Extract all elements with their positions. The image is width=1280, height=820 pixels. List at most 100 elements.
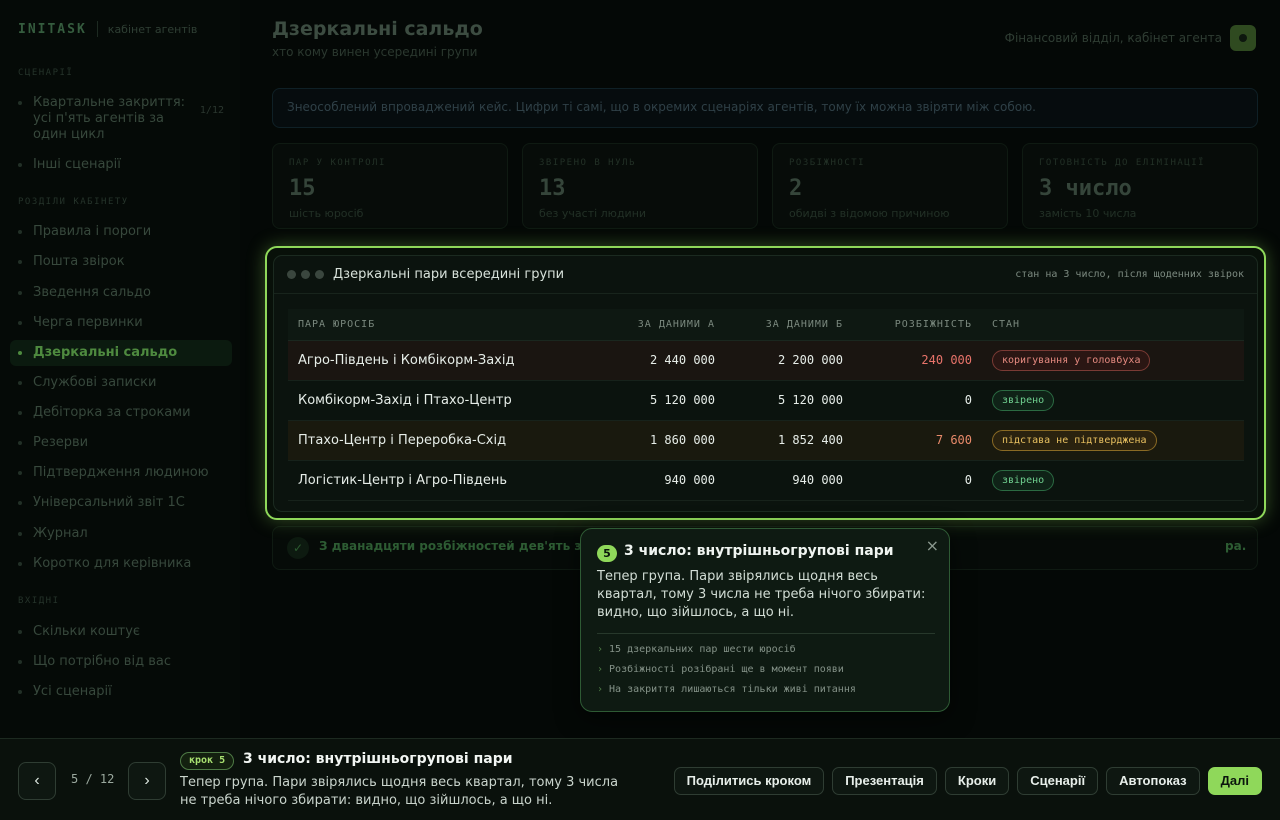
bullet-icon bbox=[18, 660, 22, 664]
sidebar-item-cost[interactable]: Скільки коштує bbox=[10, 619, 232, 645]
table-row[interactable]: Птахо-Центр і Переробка-Схід 1 860 000 1… bbox=[288, 420, 1244, 461]
bullet-icon bbox=[18, 562, 22, 566]
sidebar-item-quarterly-close[interactable]: Квартальне закриття: усі п'ять агентів з… bbox=[10, 90, 232, 148]
sidebar-item-label: Службові записки bbox=[33, 375, 157, 390]
bullet-icon bbox=[18, 351, 22, 355]
card-status: стан на 3 число, після щоденних звірок bbox=[1015, 269, 1244, 280]
stat-card-pairs: ПАР У КОНТРОЛІ 15 шість юросіб bbox=[272, 143, 508, 229]
prev-step-button[interactable]: ‹ bbox=[18, 762, 56, 800]
cell-pair: Агро-Південь і Комбікорм-Захід bbox=[288, 340, 578, 381]
check-icon: ✓ bbox=[287, 537, 309, 559]
next-step-arrow-button[interactable]: › bbox=[128, 762, 166, 800]
cell-a: 5 120 000 bbox=[578, 380, 715, 421]
bullet-icon bbox=[18, 321, 22, 325]
stat-value: 3 число bbox=[1039, 176, 1132, 201]
close-icon[interactable]: × bbox=[926, 536, 939, 555]
brand-subtitle: кабінет агентів bbox=[107, 22, 198, 36]
sidebar-section-cabinet: РОЗДІЛИ КАБІНЕТУ bbox=[18, 197, 129, 207]
sidebar-item-label: Що потрібно від вас bbox=[33, 654, 171, 669]
sidebar-item-executive-summary[interactable]: Коротко для керівника bbox=[10, 551, 232, 577]
window-dots-icon bbox=[287, 270, 329, 279]
step-counter: 5 / 12 bbox=[71, 772, 115, 786]
sidebar-item-balance-summary[interactable]: Зведення сальдо bbox=[10, 280, 232, 306]
bullet-icon bbox=[18, 501, 22, 505]
sidebar-item-label: Інші сценарії bbox=[33, 157, 121, 172]
sidebar: INITASK кабінет агентів СЦЕНАРІЇ Квартал… bbox=[0, 0, 240, 738]
sidebar-item-mirror-balances[interactable]: Дзеркальні сальдо bbox=[10, 340, 232, 366]
bullet-icon bbox=[18, 411, 22, 415]
sidebar-item-label: Коротко для керівника bbox=[33, 556, 192, 571]
cell-pair: Птахо-Центр і Переробка-Схід bbox=[288, 420, 578, 461]
sidebar-item-all-scenarios[interactable]: Усі сценарії bbox=[10, 679, 232, 705]
column-header-diff: РОЗБІЖНІСТЬ bbox=[843, 309, 972, 341]
sidebar-item-journal[interactable]: Журнал bbox=[10, 521, 232, 547]
table-row[interactable]: Агро-Південь і Комбікорм-Захід 2 440 000… bbox=[288, 340, 1244, 381]
bullet-icon bbox=[18, 101, 22, 105]
header-user: Фінансовий відділ, кабінет агента bbox=[1005, 25, 1256, 51]
sidebar-item-label: Універсальний звіт 1С bbox=[33, 495, 185, 510]
table-row[interactable]: Комбікорм-Захід і Птахо-Центр 5 120 000 … bbox=[288, 380, 1244, 421]
list-item: › Розбіжності розібрані ще в момент появи bbox=[597, 664, 937, 684]
share-step-button[interactable]: Поділитись кроком bbox=[673, 767, 825, 795]
bullet-icon bbox=[18, 163, 22, 167]
sidebar-item-label: Дебіторка за строками bbox=[33, 405, 191, 420]
table-row[interactable]: Логістик-Центр і Агро-Південь 940 000 94… bbox=[288, 460, 1244, 501]
bullet-text: Розбіжності розібрані ще в момент появи bbox=[609, 664, 844, 675]
scenarios-button[interactable]: Сценарії bbox=[1017, 767, 1099, 795]
mirror-pairs-table: ПАРА ЮРОСІБ ЗА ДАНИМИ А ЗА ДАНИМИ Б РОЗБ… bbox=[288, 309, 1244, 501]
cell-b: 5 120 000 bbox=[715, 380, 843, 421]
bullet-icon bbox=[18, 690, 22, 694]
stat-label: ПАР У КОНТРОЛІ bbox=[289, 158, 386, 168]
brand: INITASK кабінет агентів bbox=[18, 21, 197, 37]
stat-value: 13 bbox=[539, 176, 566, 201]
sidebar-item-other-scenarios[interactable]: Інші сценарії bbox=[10, 152, 232, 178]
cell-b: 940 000 bbox=[715, 460, 843, 501]
autoplay-button[interactable]: Автопоказ bbox=[1106, 767, 1200, 795]
sidebar-item-label: Резерви bbox=[33, 435, 89, 450]
stat-desc: замість 10 числа bbox=[1039, 207, 1137, 220]
sidebar-item-label: Дзеркальні сальдо bbox=[33, 345, 178, 360]
sidebar-section-scenarios: СЦЕНАРІЇ bbox=[18, 68, 74, 78]
sidebar-item-receivables[interactable]: Дебіторка за строками bbox=[10, 400, 232, 426]
popover-title: 3 число: внутрішньогрупові пари bbox=[624, 543, 894, 559]
stat-value: 2 bbox=[789, 176, 803, 201]
sidebar-item-label: Зведення сальдо bbox=[33, 285, 151, 300]
sidebar-item-mail[interactable]: Пошта звірок bbox=[10, 249, 232, 275]
cell-pair: Комбікорм-Захід і Птахо-Центр bbox=[288, 380, 578, 421]
scenario-count: 1/12 bbox=[199, 105, 224, 116]
list-item: › 15 дзеркальних пар шести юросіб bbox=[597, 644, 937, 664]
brand-divider bbox=[96, 21, 98, 37]
cell-state: звірено bbox=[972, 460, 1244, 501]
tour-bar: ‹ 5 / 12 › крок 5 3 число: внутрішньогру… bbox=[0, 738, 1280, 820]
status-badge: звірено bbox=[992, 389, 1055, 411]
sidebar-item-rules[interactable]: Правила і пороги bbox=[10, 219, 232, 245]
page-title: Дзеркальні сальдо bbox=[272, 18, 483, 40]
bullet-icon bbox=[18, 230, 22, 234]
card-header: Дзеркальні пари всередині групи стан на … bbox=[274, 256, 1257, 294]
cell-diff: 7 600 bbox=[843, 420, 972, 461]
step-number-badge: 5 bbox=[597, 545, 617, 562]
column-header-pair: ПАРА ЮРОСІБ bbox=[288, 309, 578, 341]
sidebar-item-what-needed[interactable]: Що потрібно від вас bbox=[10, 649, 232, 675]
agent-status-icon[interactable] bbox=[1230, 25, 1256, 51]
sidebar-item-primary-queue[interactable]: Черга первинки bbox=[10, 310, 232, 336]
steps-button[interactable]: Кроки bbox=[944, 767, 1010, 795]
next-button[interactable]: Далі bbox=[1207, 767, 1262, 795]
cell-pair: Логістик-Центр і Агро-Південь bbox=[288, 460, 578, 501]
cell-state: звірено bbox=[972, 380, 1244, 421]
chevron-right-icon: › bbox=[597, 664, 604, 675]
cell-state: підстава не підтверджена bbox=[972, 420, 1244, 461]
sidebar-item-1c-report[interactable]: Універсальний звіт 1С bbox=[10, 490, 232, 516]
summary-note-text: З дванадцяти розбіжностей дев'ять зак bbox=[319, 539, 598, 553]
sidebar-item-human-confirm[interactable]: Підтвердження людиною bbox=[10, 460, 232, 486]
sidebar-item-reserves[interactable]: Резерви bbox=[10, 430, 232, 456]
sidebar-item-label: Черга первинки bbox=[33, 315, 143, 330]
sidebar-item-memos[interactable]: Службові записки bbox=[10, 370, 232, 396]
mirror-pairs-card: Дзеркальні пари всередині групи стан на … bbox=[273, 255, 1258, 512]
column-header-a: ЗА ДАНИМИ А bbox=[578, 309, 715, 341]
popover-body: Тепер група. Пари звірялись щодня весь к… bbox=[597, 569, 926, 620]
bullet-text: На закриття лишаються тільки живі питанн… bbox=[609, 684, 856, 695]
presentation-button[interactable]: Презентація bbox=[832, 767, 937, 795]
step-pill: крок 5 bbox=[180, 752, 235, 770]
tour-step-description: Тепер група. Пари звірялись щодня весь к… bbox=[180, 775, 619, 808]
